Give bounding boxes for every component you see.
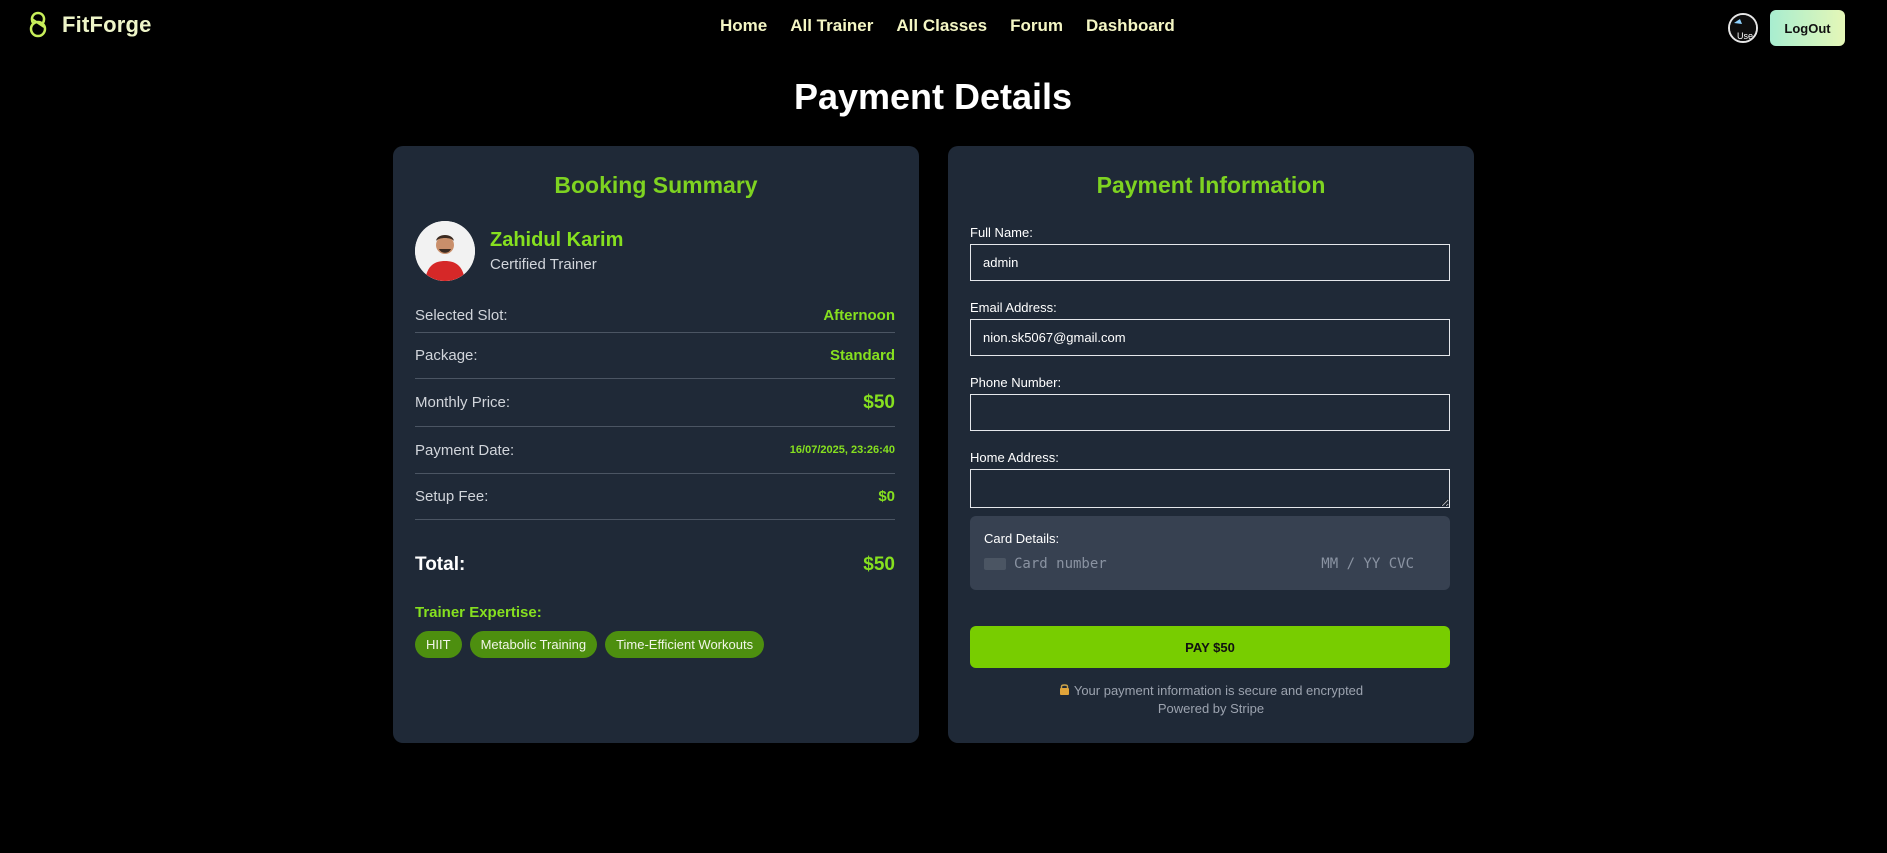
navbar: FitForge Home All Trainer All Classes Fo… [0,0,1887,54]
email-label: Email Address: [970,300,1057,315]
nav-right: Use LogOut [1728,10,1845,46]
avatar-alt-text: Use [1737,31,1753,41]
nav-link-home[interactable]: Home [720,16,767,36]
monthly-price-label: Monthly Price: [415,394,511,411]
row-package: Package: Standard [415,333,895,379]
nav-link-all-classes[interactable]: All Classes [896,16,987,36]
expertise-tag: HIIT [415,631,462,658]
row-payment-date: Payment Date: 16/07/2025, 23:26:40 [415,427,895,474]
email-input[interactable] [970,319,1450,356]
package-value: Standard [829,347,895,364]
selected-slot-label: Selected Slot: [415,307,508,324]
row-selected-slot: Selected Slot: Afternoon [415,299,895,333]
nav-link-all-trainer[interactable]: All Trainer [790,16,873,36]
address-label: Home Address: [970,450,1059,465]
package-label: Package: [415,347,478,364]
trainer-avatar [415,221,475,281]
secure-note-text: Your payment information is secure and e… [1073,683,1364,698]
booking-details: Selected Slot: Afternoon Package: Standa… [415,299,895,520]
broken-image-icon: Use [1730,15,1756,41]
payment-information-title: Payment Information [1096,172,1326,198]
trainer-role: Certified Trainer [490,256,597,273]
nav-link-dashboard[interactable]: Dashboard [1086,16,1175,36]
user-avatar[interactable]: Use [1728,13,1758,43]
card-brand-icon [984,558,1006,570]
brand[interactable]: FitForge [26,11,152,39]
setup-fee-value: $0 [878,488,895,505]
card-expiry-cvc-input[interactable]: MM / YY CVC [1321,556,1414,572]
payment-information-card: Payment Information Full Name: Email Add… [948,146,1474,743]
page-title: Payment Details [793,76,1073,117]
card-element[interactable]: Card number MM / YY CVC [984,556,1436,572]
powered-by-stripe: Powered by Stripe [1157,701,1265,716]
trainer-name: Zahidul Karim [490,229,624,251]
booking-summary-title: Booking Summary [554,172,758,198]
total-value: $50 [863,554,895,575]
setup-fee-label: Setup Fee: [415,488,489,505]
row-setup-fee: Setup Fee: $0 [415,474,895,520]
trainer-expertise-label: Trainer Expertise: [415,604,542,621]
trainer-photo-icon [415,221,475,281]
row-monthly-price: Monthly Price: $50 [415,379,895,427]
trainer-info: Zahidul Karim Certified Trainer [415,221,623,281]
nav-links: Home All Trainer All Classes Forum Dashb… [720,16,1175,36]
payment-date-value: 16/07/2025, 23:26:40 [789,444,895,456]
payment-date-label: Payment Date: [415,441,515,459]
expertise-tag: Metabolic Training [469,631,598,658]
phone-input[interactable] [970,394,1450,431]
logout-button[interactable]: LogOut [1770,10,1845,46]
lock-icon [1059,683,1070,698]
card-details-label: Card Details: [984,531,1060,546]
phone-label: Phone Number: [970,375,1062,390]
nav-link-forum[interactable]: Forum [1010,16,1063,36]
secure-note: Your payment information is secure and e… [948,683,1474,698]
total-row: Total: $50 [415,554,895,576]
card-details-box: Card Details: Card number MM / YY CVC [970,516,1450,590]
address-textarea[interactable] [970,469,1450,508]
expertise-tag: Time-Efficient Workouts [605,631,765,658]
selected-slot-value: Afternoon [823,307,895,324]
trainer-text: Zahidul Karim Certified Trainer [490,229,623,273]
monthly-price-value: $50 [863,391,895,413]
full-name-label: Full Name: [970,225,1033,240]
card-number-input[interactable]: Card number [1014,556,1107,572]
full-name-input[interactable] [970,244,1450,281]
brand-name: FitForge [62,12,152,37]
lock-icon-svg [1059,684,1069,695]
pay-button[interactable]: PAY $50 [970,626,1450,668]
kettlebell-icon [29,11,47,38]
booking-summary-card: Booking Summary Zahidul Karim Certified … [393,146,919,743]
total-label: Total: [415,554,466,575]
expertise-tags: HIIT Metabolic Training Time-Efficient W… [415,631,765,658]
